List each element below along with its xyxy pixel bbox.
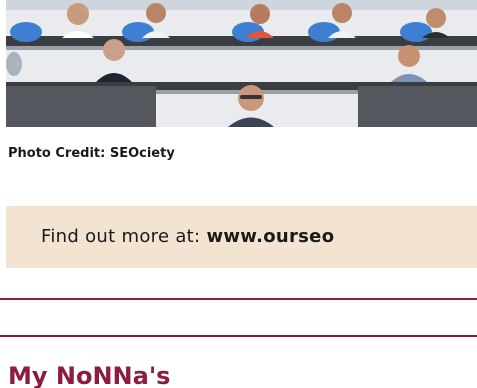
article-photo [6, 0, 477, 127]
banner-text: Find out more at: www.ourseo [41, 226, 334, 247]
find-out-more-banner: Find out more at: www.ourseo [6, 206, 477, 268]
section-divider-bottom [0, 335, 477, 337]
article-page: Photo Credit: SEOciety Find out more at:… [0, 0, 477, 388]
banner-url-link[interactable]: www.ourseo [206, 226, 334, 247]
section-divider-top [0, 298, 477, 300]
photo-credit: Photo Credit: SEOciety [8, 146, 175, 161]
classroom-video-call-image [6, 0, 477, 127]
section-heading: My NoNNa's [8, 362, 171, 388]
banner-prefix: Find out more at: [41, 226, 207, 247]
